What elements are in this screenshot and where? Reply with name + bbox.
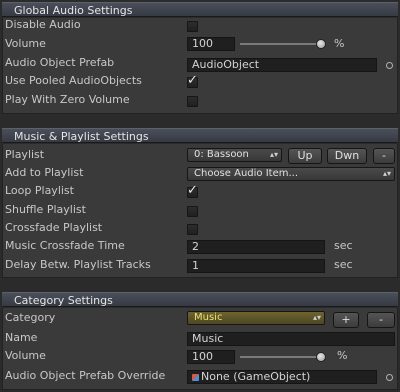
crossfade-playlist-checkbox[interactable] [187, 224, 198, 235]
playlist-up-button[interactable]: Up [288, 148, 322, 164]
dropdown-arrow-icon: ▴▾ [312, 313, 321, 322]
category-volume-input[interactable]: 100 [187, 350, 235, 364]
checkmark-icon: ✓ [187, 73, 198, 88]
category-volume-slider-thumb[interactable] [316, 352, 326, 362]
pooled-checkbox[interactable]: ✓ [187, 73, 198, 88]
playlist-down-button[interactable]: Dwn [327, 148, 367, 164]
add-to-playlist-dropdown[interactable]: Choose Audio Item... ▴▾ [187, 167, 395, 181]
category-name-input[interactable]: Music [187, 332, 395, 346]
shuffle-playlist-checkbox[interactable] [187, 206, 198, 217]
category-name-label: Name [5, 331, 38, 344]
category-dropdown[interactable]: Music ▴▾ [187, 311, 325, 325]
category-volume-slider-track[interactable] [240, 356, 326, 358]
playlist-remove-button[interactable]: - [373, 148, 395, 164]
playlist-dropdown[interactable]: 0: Bassoon ▴▾ [187, 148, 282, 162]
gameobject-icon [192, 374, 199, 381]
disable-audio-checkbox[interactable] [187, 21, 198, 32]
loop-playlist-checkbox[interactable]: ✓ [187, 183, 198, 198]
add-to-playlist-selected: Choose Audio Item... [194, 168, 298, 179]
crossfade-playlist-label: Crossfade Playlist [5, 221, 103, 234]
volume-slider-thumb[interactable] [316, 39, 326, 49]
dropdown-arrow-icon: ▴▾ [382, 169, 391, 178]
section-title: Music & Playlist Settings [14, 130, 149, 143]
volume-label: Volume [5, 37, 46, 50]
crossfade-time-label: Music Crossfade Time [5, 239, 125, 252]
dropdown-arrow-icon: ▴▾ [269, 150, 278, 159]
global-audio-settings-header[interactable]: Global Audio Settings [2, 2, 398, 17]
category-selected: Music [194, 312, 223, 323]
prefab-object-field[interactable]: AudioObject [187, 58, 377, 72]
category-volume-label: Volume [5, 349, 46, 362]
volume-input[interactable]: 100 [187, 37, 235, 51]
section-title: Category Settings [14, 294, 113, 307]
volume-slider-track[interactable] [240, 43, 326, 45]
music-playlist-settings-header[interactable]: Music & Playlist Settings [2, 128, 398, 143]
zero-volume-checkbox[interactable] [187, 96, 198, 107]
disable-audio-label: Disable Audio [5, 18, 81, 31]
delay-unit: sec [334, 258, 353, 271]
object-picker-icon[interactable] [386, 374, 393, 381]
category-volume-unit: % [337, 349, 348, 362]
crossfade-time-unit: sec [334, 239, 353, 252]
crossfade-time-input[interactable]: 2 [187, 240, 325, 254]
add-to-playlist-label: Add to Playlist [5, 166, 84, 179]
add-category-button[interactable]: + [333, 312, 359, 328]
category-label: Category [5, 311, 56, 324]
volume-unit: % [334, 37, 345, 50]
delay-input[interactable]: 1 [187, 259, 325, 273]
object-picker-icon[interactable] [386, 62, 393, 69]
section-title: Global Audio Settings [14, 4, 133, 17]
zero-volume-label: Play With Zero Volume [5, 93, 130, 106]
prefab-label: Audio Object Prefab [5, 56, 115, 69]
remove-category-button[interactable]: - [367, 312, 395, 328]
pooled-label: Use Pooled AudioObjects [5, 74, 142, 87]
checkmark-icon: ✓ [187, 183, 198, 198]
prefab-override-object-field[interactable]: None (GameObject) [187, 370, 377, 384]
prefab-override-label: Audio Object Prefab Override [5, 369, 166, 382]
playlist-label: Playlist [5, 148, 45, 161]
category-settings-header[interactable]: Category Settings [2, 292, 398, 307]
delay-label: Delay Betw. Playlist Tracks [5, 258, 151, 271]
prefab-override-value: None (GameObject) [201, 370, 311, 383]
playlist-selected: 0: Bassoon [194, 149, 249, 160]
loop-playlist-label: Loop Playlist [5, 184, 74, 197]
shuffle-playlist-label: Shuffle Playlist [5, 203, 86, 216]
